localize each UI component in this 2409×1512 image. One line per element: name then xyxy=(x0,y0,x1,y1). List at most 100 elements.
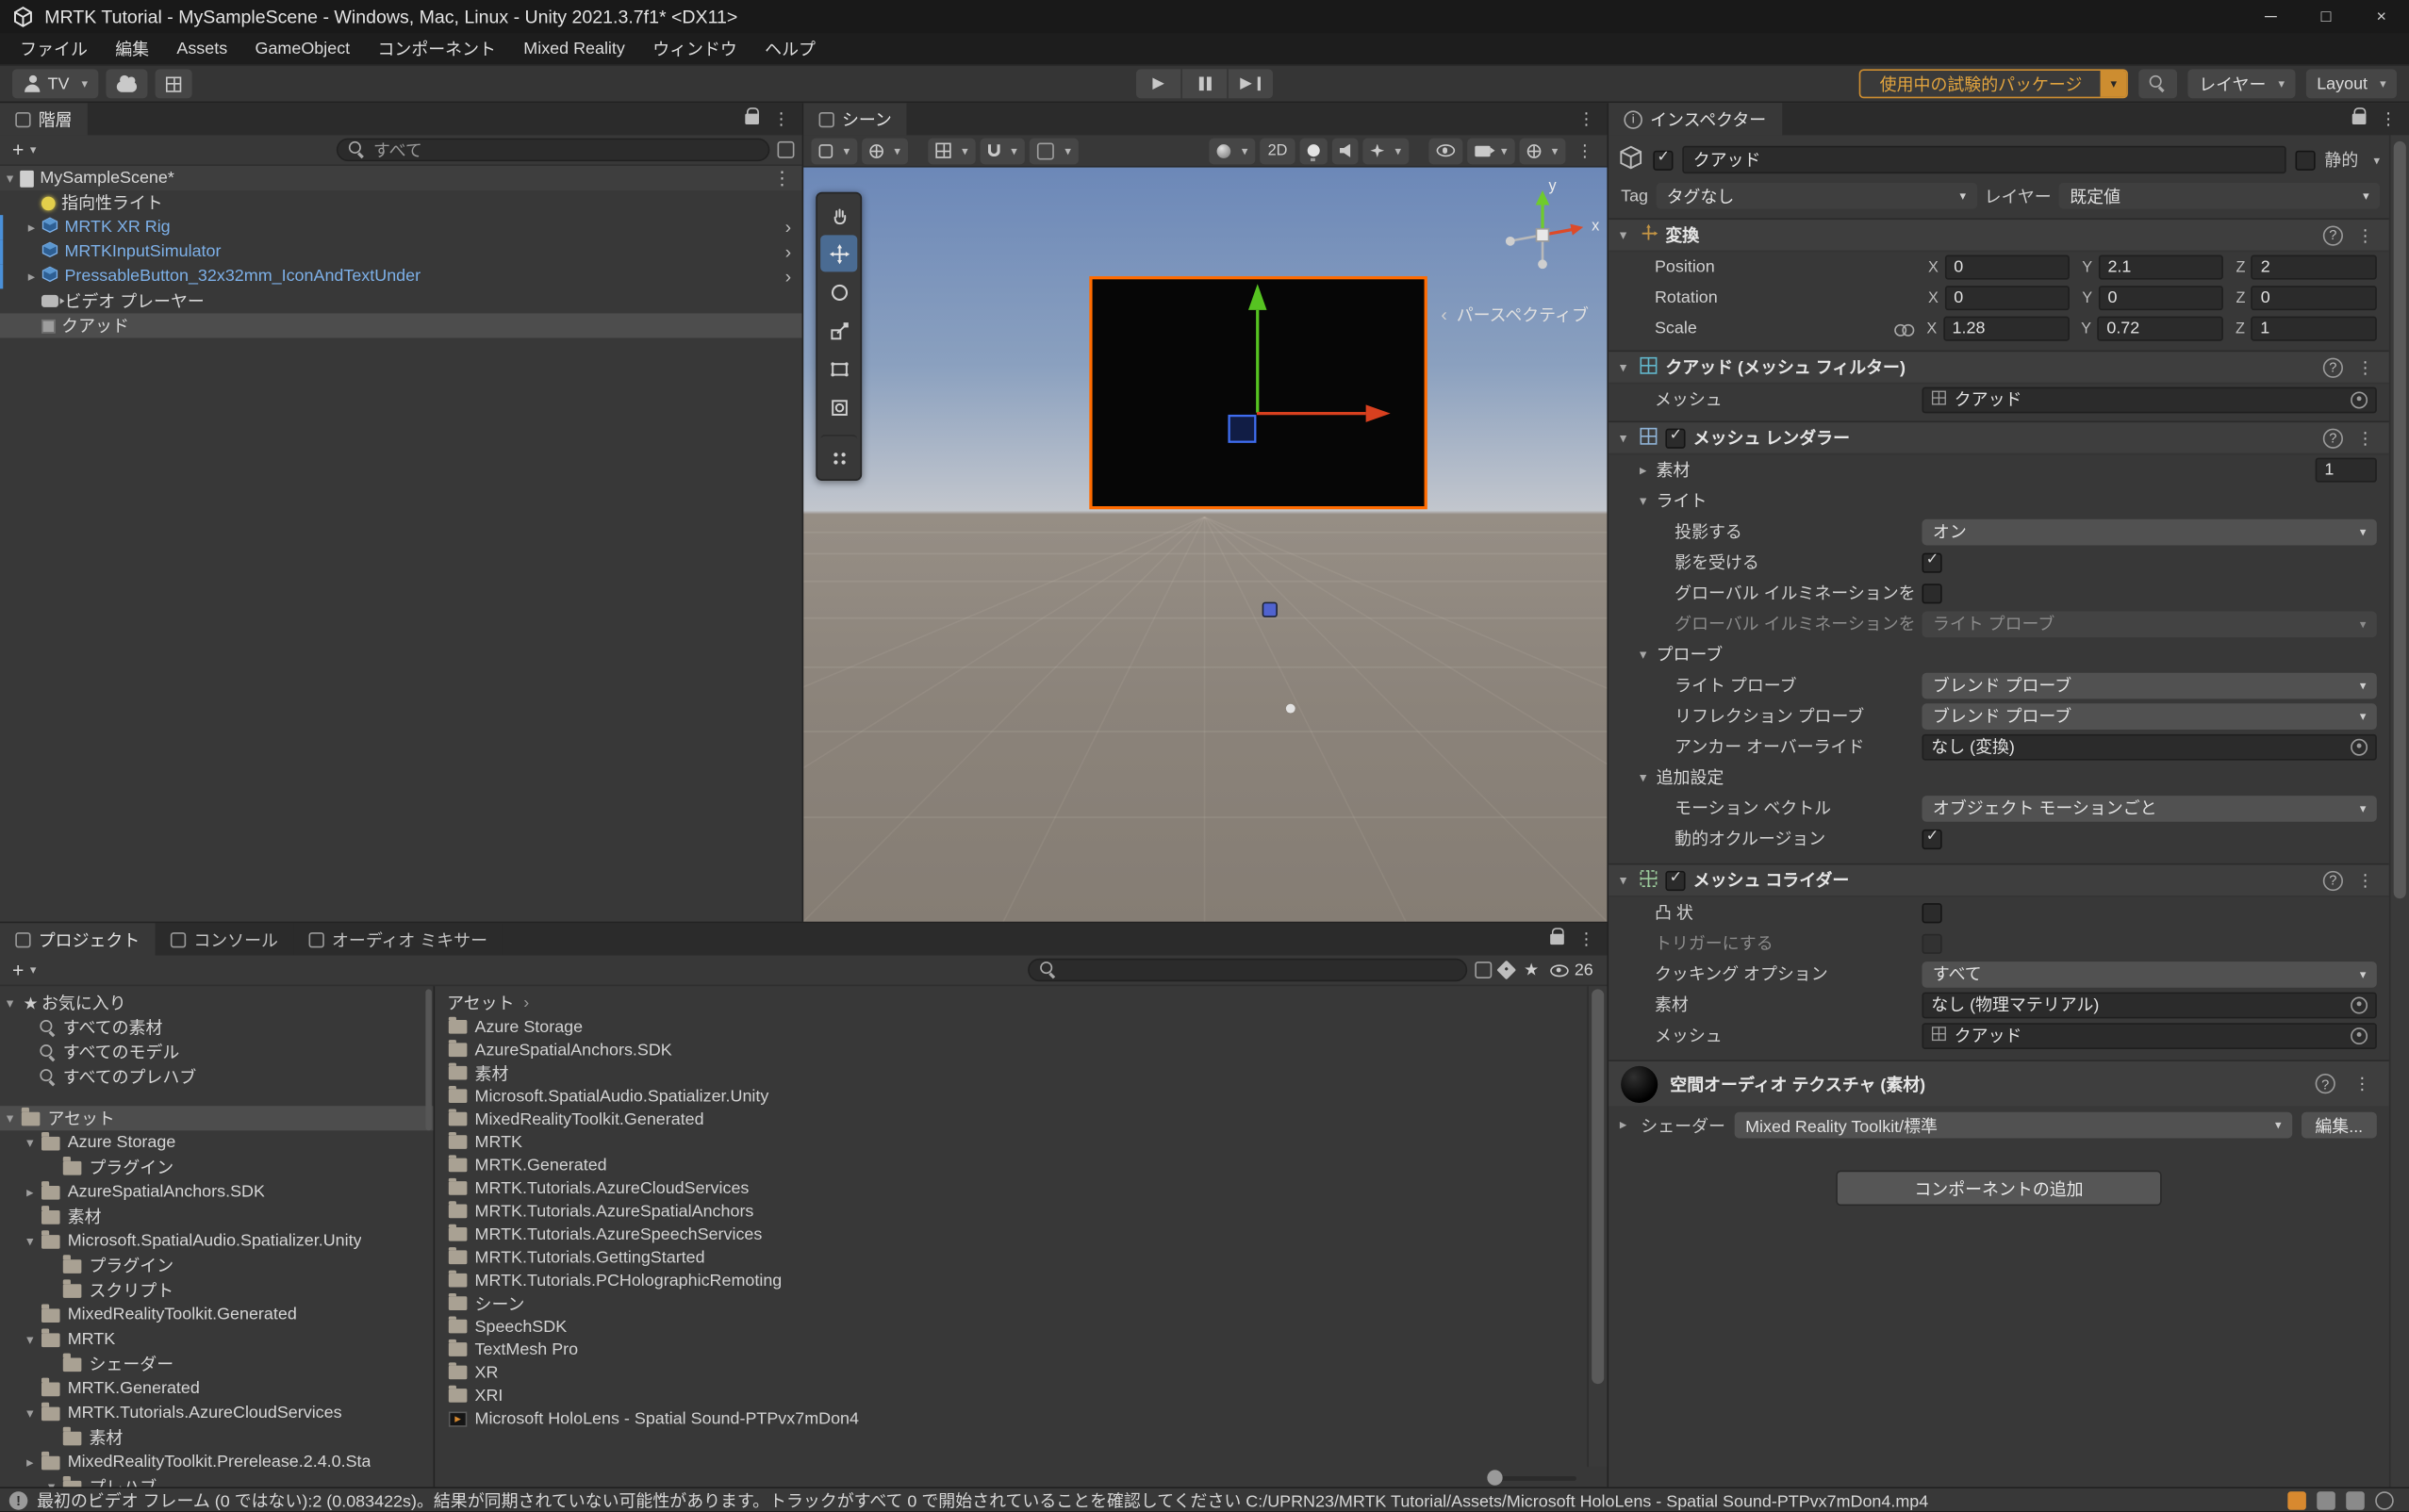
mesh-collider-enabled-checkbox[interactable] xyxy=(1665,870,1685,890)
create-object-button[interactable]: +▾ xyxy=(8,139,41,161)
foldout-arrow-icon[interactable]: ▾ xyxy=(1615,429,1632,446)
foldout-arrow-icon[interactable]: ▸ xyxy=(1615,1117,1632,1134)
probes-foldout[interactable]: ▾ プローブ xyxy=(1609,639,2389,670)
folder-row[interactable]: MRTK.Tutorials.AzureSpeechServices xyxy=(447,1223,1582,1245)
component-menu-icon[interactable]: ⋮ xyxy=(2351,870,2380,890)
light-probes-dropdown[interactable]: ブレンド プローブ xyxy=(1922,672,2377,698)
tree-item[interactable]: 素材 xyxy=(0,1205,434,1229)
folder-row[interactable]: TextMesh Pro xyxy=(447,1338,1582,1360)
object-name-field[interactable]: クアッド xyxy=(1682,146,2285,173)
hierarchy-item-directional-light[interactable]: 指向性ライト xyxy=(0,190,802,215)
hierarchy-item-mrtk-xr-rig[interactable]: ▸ MRTK XR Rig › xyxy=(0,215,802,239)
perspective-toggle[interactable]: ‹ パースペクティブ xyxy=(1441,303,1588,327)
folder-row[interactable]: MRTK.Generated xyxy=(447,1154,1582,1176)
panel-menu-icon[interactable]: ⋮ xyxy=(767,109,796,129)
rotate-tool-button[interactable] xyxy=(820,273,857,310)
help-icon[interactable]: ? xyxy=(2323,428,2343,448)
shader-edit-button[interactable]: 編集... xyxy=(2302,1112,2377,1139)
tree-item[interactable]: プラグイン xyxy=(0,1155,434,1179)
foldout-arrow-icon[interactable]: ▾ xyxy=(0,170,20,187)
foldout-arrow-icon[interactable]: ▸ xyxy=(22,268,41,285)
help-icon[interactable]: ? xyxy=(2316,1074,2335,1093)
lighting-foldout[interactable]: ▾ ライト xyxy=(1609,485,2389,517)
foldout-arrow-icon[interactable]: ▸ xyxy=(22,219,41,236)
folder-row[interactable]: AzureSpatialAnchors.SDK xyxy=(447,1039,1582,1061)
lock-icon[interactable] xyxy=(745,114,759,124)
inspector-scrollbar[interactable] xyxy=(2389,135,2409,1487)
file-list-scrollbar[interactable] xyxy=(1587,986,1607,1467)
status-message[interactable]: 最初のビデオ フレーム (0 ではない):2 (0.083422s)。結果が同期… xyxy=(37,1487,2278,1512)
position-y-field[interactable]: 2.1 xyxy=(2099,255,2224,279)
help-icon[interactable]: ? xyxy=(2323,870,2343,890)
tree-item[interactable]: 素材 xyxy=(0,1425,434,1450)
search-filter-icon[interactable] xyxy=(778,141,795,158)
scene-options-icon[interactable]: ⋮ xyxy=(767,168,798,189)
help-icon[interactable]: ? xyxy=(2323,357,2343,377)
favorites-header[interactable]: ▾★お気に入り xyxy=(0,991,434,1015)
favorite-all-models[interactable]: すべてのモデル xyxy=(0,1040,434,1064)
video-asset-row[interactable]: Microsoft HoloLens - Spatial Sound-PTPvx… xyxy=(447,1407,1582,1430)
background-tasks-icon[interactable] xyxy=(2375,1490,2394,1509)
tree-item[interactable]: ▸MixedRealityToolkit.Prerelease.2.4.0.St… xyxy=(0,1450,434,1474)
pause-button[interactable] xyxy=(1182,69,1227,98)
lock-icon[interactable] xyxy=(2352,114,2367,124)
scale-x-field[interactable]: 1.28 xyxy=(1943,317,2069,341)
menu-edit[interactable]: 編集 xyxy=(102,34,163,65)
help-icon[interactable]: ? xyxy=(2323,225,2343,245)
tree-item[interactable]: ▾MRTK.Tutorials.AzureCloudServices xyxy=(0,1401,434,1425)
minimize-button[interactable]: ─ xyxy=(2243,0,2299,34)
cooking-options-dropdown[interactable]: すべて xyxy=(1922,961,2377,987)
search-by-label-icon[interactable] xyxy=(1496,961,1516,980)
component-menu-icon[interactable]: ⋮ xyxy=(2348,1074,2377,1093)
panel-menu-icon[interactable]: ⋮ xyxy=(2374,109,2403,129)
tab-console[interactable]: コンソール xyxy=(156,923,294,955)
object-picker-icon[interactable] xyxy=(2351,738,2368,755)
foldout-arrow-icon[interactable]: ▾ xyxy=(1615,358,1632,375)
component-menu-icon[interactable]: ⋮ xyxy=(2351,225,2380,245)
hierarchy-item-mrtk-input-simulator[interactable]: MRTKInputSimulator › xyxy=(0,239,802,264)
play-button[interactable]: ▶ xyxy=(1136,69,1180,98)
mesh-renderer-enabled-checkbox[interactable] xyxy=(1665,428,1685,448)
convex-checkbox[interactable] xyxy=(1922,902,1942,922)
mesh-filter-header[interactable]: ▾ クアッド (メッシュ フィルター) ? ⋮ xyxy=(1609,351,2389,385)
snap-settings-dropdown[interactable]: ▾ xyxy=(981,138,1025,164)
tree-item[interactable]: スクリプト xyxy=(0,1278,434,1303)
transform-tool-button[interactable] xyxy=(820,388,857,425)
folder-row[interactable]: MRTK xyxy=(447,1130,1582,1153)
layout-dropdown[interactable]: Layout▾ xyxy=(2306,69,2397,98)
scale-tool-button[interactable] xyxy=(820,312,857,349)
folder-row[interactable]: シーン xyxy=(447,1291,1582,1314)
tab-inspector[interactable]: i インスペクター xyxy=(1609,103,1781,135)
tag-dropdown[interactable]: タグなし xyxy=(1656,183,1976,209)
breadcrumb-assets[interactable]: アセット xyxy=(447,990,514,1014)
measure-dropdown[interactable]: ▾ xyxy=(1030,138,1079,164)
scale-link-icon[interactable] xyxy=(1894,321,1914,336)
folder-row[interactable]: MixedRealityToolkit.Generated xyxy=(447,1108,1582,1130)
automation-status-icon[interactable] xyxy=(2287,1490,2306,1509)
active-checkbox[interactable] xyxy=(1653,150,1673,170)
create-asset-button[interactable]: +▾ xyxy=(8,959,41,981)
menu-component[interactable]: コンポーネント xyxy=(364,34,510,65)
favorite-all-materials[interactable]: すべての素材 xyxy=(0,1015,434,1040)
audio-toggle[interactable] xyxy=(1332,138,1359,164)
lighting-toggle[interactable] xyxy=(1299,138,1327,164)
hierarchy-search-input[interactable]: すべて xyxy=(337,139,770,161)
tree-item[interactable]: ▾プレハブ xyxy=(0,1474,434,1487)
layers-dropdown[interactable]: レイヤー▾ xyxy=(2188,69,2296,98)
scene-toolbar-menu-icon[interactable]: ⋮ xyxy=(1570,140,1599,160)
favorite-all-prefabs[interactable]: すべてのプレハブ xyxy=(0,1064,434,1089)
materials-count-field[interactable]: 1 xyxy=(2316,458,2377,483)
folder-row[interactable]: Microsoft.SpatialAudio.Spatializer.Unity xyxy=(447,1084,1582,1107)
open-prefab-chevron[interactable]: › xyxy=(779,217,798,238)
menu-window[interactable]: ウィンドウ xyxy=(639,34,751,65)
tree-item[interactable]: MRTK.Generated xyxy=(0,1376,434,1401)
foldout-arrow-icon[interactable]: ▾ xyxy=(1615,872,1632,889)
position-z-field[interactable]: 2 xyxy=(2252,255,2377,279)
anchor-override-field[interactable]: なし (変換) xyxy=(1922,733,2377,760)
search-by-type-icon[interactable] xyxy=(1475,961,1492,978)
folder-row[interactable]: MRTK.Tutorials.PCHolographicRemoting xyxy=(447,1269,1582,1291)
menu-help[interactable]: ヘルプ xyxy=(751,34,829,65)
reflection-probes-dropdown[interactable]: ブレンド プローブ xyxy=(1922,702,2377,729)
rotation-x-field[interactable]: 0 xyxy=(1944,286,2070,310)
project-search-input[interactable] xyxy=(1028,959,1467,981)
